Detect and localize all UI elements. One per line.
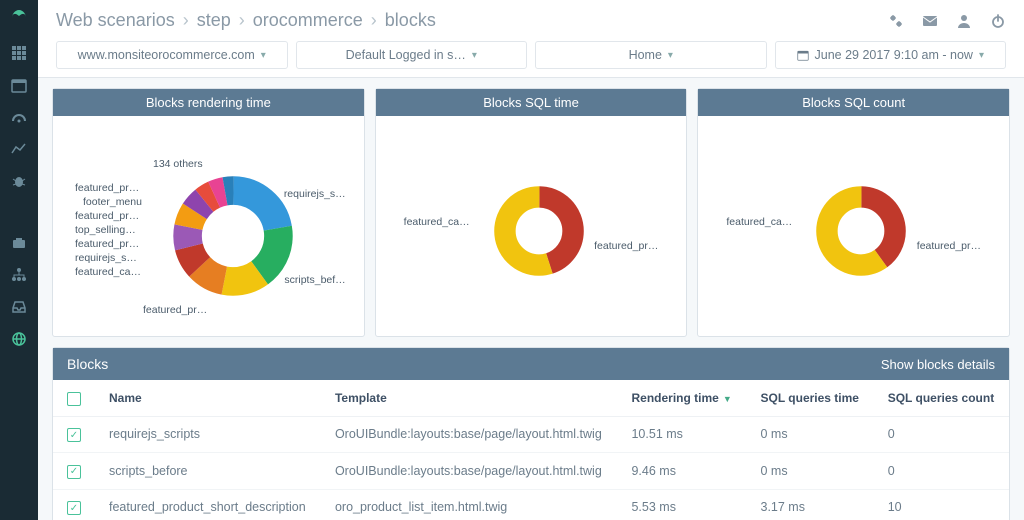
sql-time-donut-chart: featured_ca… featured_pr… <box>376 116 687 336</box>
cell-name: featured_product_short_description <box>95 489 321 520</box>
breadcrumb: Web scenarios › step › orocommerce › blo… <box>56 10 436 31</box>
cell-template: OroUIBundle:layouts:base/page/layout.htm… <box>321 453 618 490</box>
cell-render: 9.46 ms <box>617 453 746 490</box>
sidebar <box>0 0 38 520</box>
app-logo <box>7 6 31 30</box>
topbar: Web scenarios › step › orocommerce › blo… <box>38 0 1024 78</box>
slice-label: featured_pr… <box>75 238 139 250</box>
globe-icon[interactable] <box>10 330 28 348</box>
sql-count-donut-chart: featured_ca… featured_pr… <box>698 116 1009 336</box>
table-row[interactable]: ✓ requirejs_scriptsOroUIBundle:layouts:ba… <box>53 416 1009 453</box>
filter-label: June 29 2017 9:10 am - now <box>815 48 973 62</box>
slice-label: requirejs_s… <box>284 188 346 200</box>
breadcrumb-item[interactable]: step <box>197 10 231 31</box>
blocks-table-panel: Blocks Show blocks details ✓ Name Templa… <box>52 347 1010 520</box>
settings-icon[interactable] <box>888 13 904 29</box>
sql-time-panel: Blocks SQL time featured_ca… featured_pr… <box>375 88 688 337</box>
slice-label: featured_pr… <box>75 210 139 222</box>
col-template[interactable]: Template <box>321 380 618 416</box>
cell-template: oro_product_list_item.html.twig <box>321 489 618 520</box>
slice-label: top_selling… <box>75 224 136 236</box>
calendar-icon[interactable] <box>10 76 28 94</box>
table-row[interactable]: ✓ featured_product_short_descriptionoro_p… <box>53 489 1009 520</box>
user-icon[interactable] <box>956 13 972 29</box>
row-checkbox[interactable]: ✓ <box>67 465 81 479</box>
mail-icon[interactable] <box>922 13 938 29</box>
filter-bar: www.monsiteorocommerce.com ▾ Default Log… <box>56 41 1006 77</box>
row-checkbox[interactable]: ✓ <box>67 501 81 515</box>
sort-desc-icon: ▼ <box>723 394 732 404</box>
select-all-checkbox[interactable]: ✓ <box>67 392 81 406</box>
slice-label: featured_pr… <box>594 240 658 252</box>
panel-header: Blocks rendering time <box>53 89 364 116</box>
bug-icon[interactable] <box>10 172 28 190</box>
breadcrumb-item[interactable]: orocommerce <box>253 10 363 31</box>
slice-label: featured_pr… <box>75 182 139 194</box>
briefcase-icon[interactable] <box>10 234 28 252</box>
cell-name: requirejs_scripts <box>95 416 321 453</box>
page-filter[interactable]: Home ▾ <box>535 41 767 69</box>
inbox-icon[interactable] <box>10 298 28 316</box>
breadcrumb-separator: › <box>183 10 189 31</box>
slice-label: 134 others <box>153 158 203 170</box>
blocks-table-header: Blocks Show blocks details <box>53 348 1009 380</box>
daterange-filter[interactable]: June 29 2017 9:10 am - now ▾ <box>775 41 1007 69</box>
cell-sql-count: 0 <box>874 416 1009 453</box>
slice-label: featured_pr… <box>917 240 981 252</box>
col-sql-time[interactable]: SQL queries time <box>747 380 874 416</box>
slice-label: featured_pr… <box>143 304 207 316</box>
col-sql-count[interactable]: SQL queries count <box>874 380 1009 416</box>
row-checkbox[interactable]: ✓ <box>67 428 81 442</box>
breadcrumb-item[interactable]: blocks <box>385 10 436 31</box>
cell-sql-count: 10 <box>874 489 1009 520</box>
filter-label: Home <box>629 48 662 62</box>
rendering-time-panel: Blocks rendering time <box>52 88 365 337</box>
grid-icon[interactable] <box>10 44 28 62</box>
cell-template: OroUIBundle:layouts:base/page/layout.htm… <box>321 416 618 453</box>
chevron-down-icon: ▾ <box>979 50 984 61</box>
chart-icon[interactable] <box>10 140 28 158</box>
table-row[interactable]: ✓ scripts_beforeOroUIBundle:layouts:base/… <box>53 453 1009 490</box>
calendar-icon <box>797 49 809 61</box>
cell-render: 10.51 ms <box>617 416 746 453</box>
power-icon[interactable] <box>990 13 1006 29</box>
chevron-down-icon: ▾ <box>668 50 673 61</box>
slice-label: featured_ca… <box>404 216 470 228</box>
sql-count-panel: Blocks SQL count featured_ca… featured_p… <box>697 88 1010 337</box>
filter-label: Default Logged in s… <box>346 48 466 62</box>
top-actions <box>888 13 1006 29</box>
blocks-table: ✓ Name Template Rendering time▼ SQL quer… <box>53 380 1009 520</box>
filter-label: www.monsiteorocommerce.com <box>78 48 255 62</box>
content-area: Blocks rendering time <box>38 78 1024 520</box>
show-blocks-details-link[interactable]: Show blocks details <box>881 357 995 372</box>
site-filter[interactable]: www.monsiteorocommerce.com ▾ <box>56 41 288 69</box>
panel-header: Blocks SQL time <box>376 89 687 116</box>
blocks-title: Blocks <box>67 356 108 372</box>
slice-label: footer_menu <box>83 196 142 208</box>
gauge-icon[interactable] <box>10 108 28 126</box>
cell-sql-count: 0 <box>874 453 1009 490</box>
sitemap-icon[interactable] <box>10 266 28 284</box>
user-filter[interactable]: Default Logged in s… ▾ <box>296 41 528 69</box>
rendering-donut-chart: requirejs_s… scripts_bef… featured_pr… f… <box>53 116 364 336</box>
panel-header: Blocks SQL count <box>698 89 1009 116</box>
cell-sql-time: 0 ms <box>747 453 874 490</box>
slice-label: featured_ca… <box>726 216 792 228</box>
breadcrumb-separator: › <box>239 10 245 31</box>
slice-label: requirejs_s… <box>75 252 137 264</box>
chevron-down-icon: ▾ <box>261 50 266 61</box>
cell-name: scripts_before <box>95 453 321 490</box>
breadcrumb-separator: › <box>371 10 377 31</box>
col-rendering-time[interactable]: Rendering time▼ <box>617 380 746 416</box>
main-content: Web scenarios › step › orocommerce › blo… <box>38 0 1024 520</box>
chevron-down-icon: ▾ <box>472 50 477 61</box>
cell-render: 5.53 ms <box>617 489 746 520</box>
chart-panels: Blocks rendering time <box>52 88 1010 337</box>
col-name[interactable]: Name <box>95 380 321 416</box>
slice-label: scripts_bef… <box>284 274 345 286</box>
cell-sql-time: 0 ms <box>747 416 874 453</box>
breadcrumb-item[interactable]: Web scenarios <box>56 10 175 31</box>
slice-label: featured_ca… <box>75 266 141 278</box>
cell-sql-time: 3.17 ms <box>747 489 874 520</box>
